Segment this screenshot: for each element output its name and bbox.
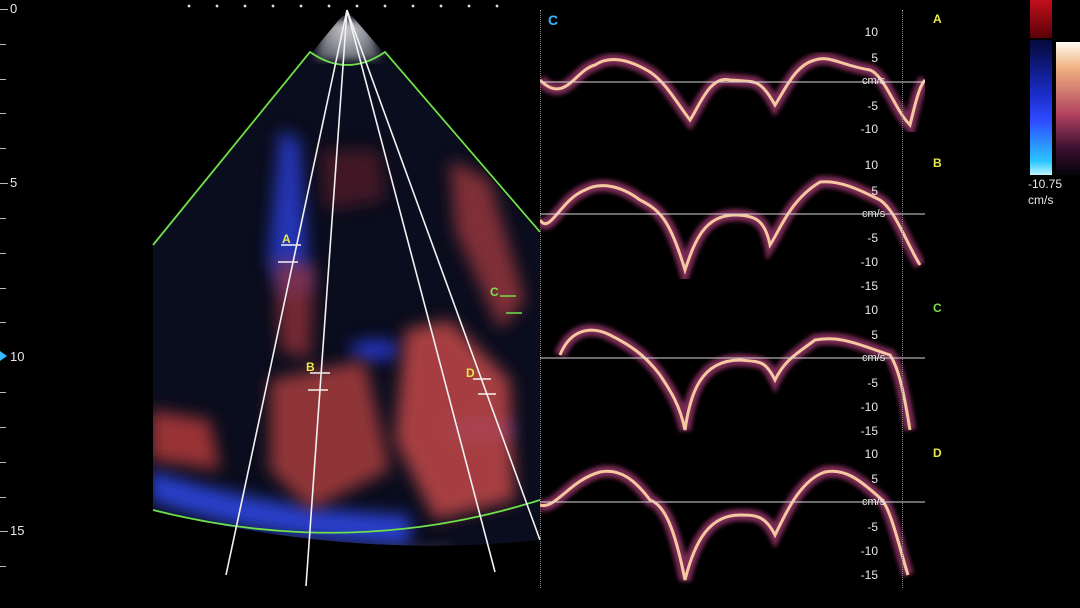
trace-a-wave	[540, 52, 925, 137]
trace-d-label: D	[933, 446, 942, 460]
trace-a-tick-10: 10	[864, 25, 878, 39]
trace-c-tick-minus15: -15	[860, 424, 878, 438]
trace-b-tick-10: 10	[864, 158, 878, 172]
trace-b-tick-minus15: -15	[860, 279, 878, 293]
tissue-velocity-colorbar	[1030, 0, 1052, 38]
trace-b-label: B	[933, 156, 942, 170]
strain-trace-panel: C 10 5 cm/s -5 -10 10 5 cm/s -5 -10 -15 …	[540, 10, 925, 600]
trace-d-tick-minus15: -15	[860, 568, 878, 582]
depth-scale: 0 5 10 15	[0, 0, 40, 608]
segment-label-b[interactable]: B	[306, 360, 315, 374]
trace-b-tick-minus10: -10	[860, 255, 878, 269]
trace-a-tick-5: 5	[871, 51, 878, 65]
segment-label-d[interactable]: D	[466, 366, 475, 380]
trace-c-tick-5: 5	[871, 328, 878, 342]
strain-colorbar	[1056, 42, 1080, 175]
trace-c-tick-minus10: -10	[860, 400, 878, 414]
colorbar-unit: cm/s	[1028, 193, 1054, 207]
segment-label-c[interactable]: C	[490, 285, 499, 299]
trace-d-tick-minus5: -5	[867, 520, 878, 534]
trace-a-tick-minus10: -10	[860, 122, 878, 136]
trace-c-tick-minus5: -5	[867, 376, 878, 390]
depth-label-0: 0	[10, 1, 18, 16]
trace-d-tick-5: 5	[871, 472, 878, 486]
ultrasound-sector	[152, 9, 541, 587]
trace-d-unit: cm/s	[862, 496, 886, 508]
trace-b-tick-minus5: -5	[867, 231, 878, 245]
trace-c-tick-10: 10	[864, 303, 878, 317]
depth-label-15: 15	[10, 523, 25, 538]
color-flow-colorbar	[1030, 40, 1052, 175]
colorbar-value: -10.75	[1028, 177, 1063, 191]
segment-label-a[interactable]: A	[282, 232, 291, 246]
panel-right-border	[902, 10, 903, 588]
trace-b-unit: cm/s	[862, 208, 886, 220]
trace-a-unit: cm/s	[862, 75, 886, 87]
trace-a-label: A	[933, 12, 942, 26]
trace-c-label: C	[933, 301, 942, 315]
trace-d-tick-minus10: -10	[860, 544, 878, 558]
trace-b-tick-5: 5	[871, 184, 878, 198]
depth-marker-arrow-icon[interactable]	[0, 351, 7, 361]
trace-a-tick-minus5: -5	[867, 99, 878, 113]
trace-c-unit: cm/s	[862, 352, 886, 364]
trace-d-tick-10: 10	[864, 447, 878, 461]
depth-label-10: 10	[10, 349, 25, 364]
depth-label-5: 5	[10, 175, 18, 190]
